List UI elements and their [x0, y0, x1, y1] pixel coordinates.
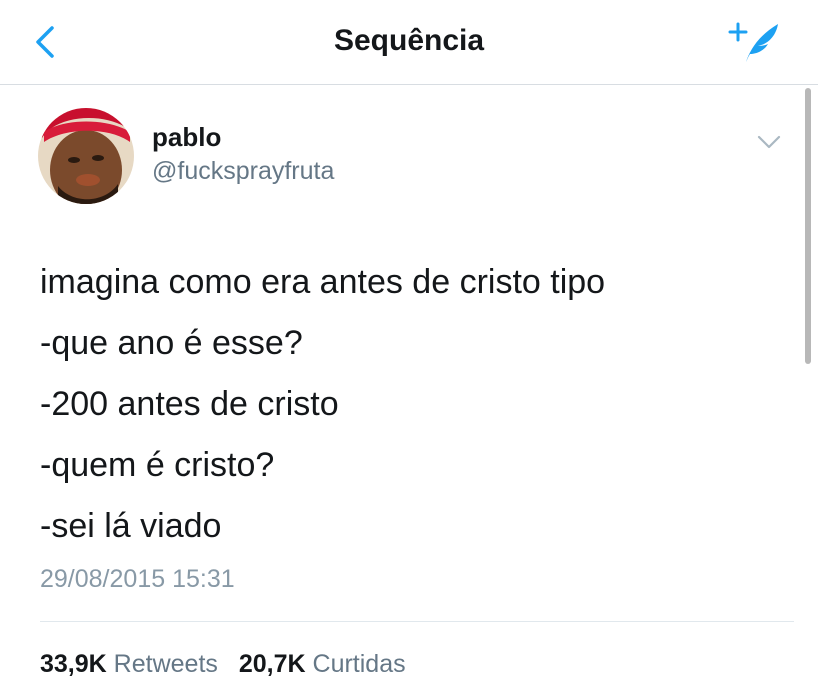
tweet-line: imagina como era antes de cristo tipo — [40, 263, 606, 301]
compose-tweet-icon — [728, 22, 778, 62]
tweet-line: -que ano é esse? — [40, 324, 303, 362]
navigation-bar: Sequência — [0, 0, 818, 85]
tweet-menu-button[interactable] — [756, 132, 782, 152]
tweet-line: -sei lá viado — [40, 507, 222, 545]
avatar-image — [38, 108, 134, 204]
scrollbar[interactable] — [805, 88, 811, 364]
retweets-stat[interactable]: 33,9K Retweets — [40, 650, 218, 679]
tweet-timestamp: 29/08/2015 15:31 — [40, 565, 235, 593]
chevron-down-icon — [757, 135, 781, 149]
retweets-count: 33,9K — [40, 650, 107, 678]
likes-stat[interactable]: 20,7K Curtidas — [239, 650, 406, 679]
likes-count: 20,7K — [238, 650, 306, 678]
likes-label: Curtidas — [312, 650, 406, 678]
page-title: Sequência — [333, 24, 485, 57]
retweets-label: Retweets — [113, 650, 218, 678]
author-name[interactable]: pablo — [152, 122, 221, 153]
avatar[interactable] — [38, 108, 134, 204]
tweet-text: imagina como era antes de cristo tipo -q… — [40, 252, 780, 557]
compose-tweet-button[interactable] — [726, 18, 782, 66]
author-handle[interactable]: @fucksprayfruta — [152, 157, 334, 186]
tweet-line: -200 antes de cristo — [40, 385, 339, 423]
tweet-stats: 33,9K Retweets 20,7K Curtidas — [40, 650, 420, 679]
tweet-line: -quem é cristo? — [40, 446, 275, 484]
divider — [40, 621, 794, 622]
